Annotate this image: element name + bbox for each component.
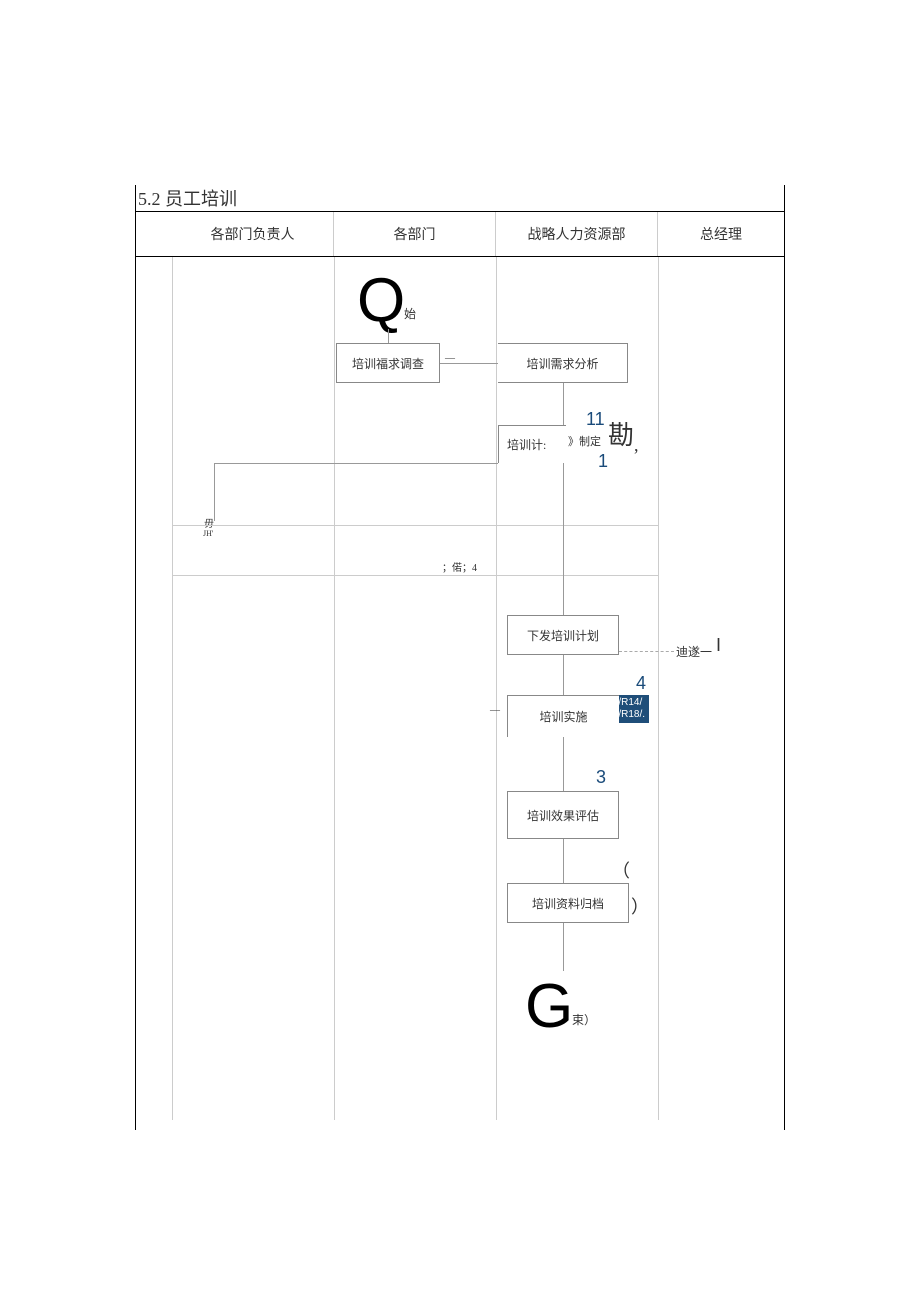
annotation-disui: 迪遂一 [676,643,712,660]
annotation-bei4: ；偌；4 [442,559,477,574]
connector [563,737,564,791]
section-title: 5.2 员工培训 [138,185,237,211]
annotation-3: 3 [596,767,606,788]
document-frame: 5.2 员工培训 各部门负责人 各部门 战略人力资源部 总经理 Q 始 培训福求… [135,185,785,1130]
lane-divider [658,257,659,1120]
col-gm: 总经理 [658,212,784,256]
start-terminator: Q [357,265,405,336]
annotation-comma: , [634,435,639,456]
connector-dash: — [490,705,500,716]
box-survey: 培训福求调查 [336,343,440,383]
end-label: 束） [572,1011,596,1028]
connector [563,923,564,971]
swimlane-header: 各部门负责人 各部门 战略人力资源部 总经理 [136,211,784,257]
connector [563,383,564,425]
lane-divider [496,257,497,1120]
col-hr: 战略人力资源部 [496,212,658,256]
swimlane-body: Q 始 培训福求调查 — 培训需求分析 培训计: 》制定 11 勘 , 1 毋 … [136,257,784,1120]
annotation-4: 4 [636,673,646,694]
horizontal-divider [172,525,658,526]
box-analysis: 培训需求分析 [498,343,628,383]
annotation-jh: JH' [203,529,213,538]
box-implement: 培训实施 [507,695,619,737]
annotation-kan: 勘 [608,415,634,452]
connector [214,463,498,464]
lane-divider [172,257,173,1120]
annotation-pipe: I [716,635,721,656]
connector [563,463,564,615]
connector [214,463,215,521]
connector [563,655,564,695]
connector [388,329,389,343]
connector-dash: — [445,353,455,364]
annotation-1: 1 [598,451,608,472]
col-depts: 各部门 [334,212,496,256]
connector [563,839,564,883]
box-plan: 培训计: [498,425,566,463]
box-archive: 培训资料归档 [507,883,629,923]
col-dept-leaders: 各部门负责人 [172,212,334,256]
horizontal-divider [172,575,658,576]
paren-close: ） [631,893,649,919]
box-evaluate: 培训效果评估 [507,791,619,839]
connector-dashed [619,651,674,652]
paren-open: （ [612,857,630,883]
box-distribute: 下发培训计划 [507,615,619,655]
end-terminator: G [525,971,573,1042]
annotation-mu: 毋 [204,515,214,530]
annotation-11: 11 [586,409,605,430]
start-label: 始 [404,305,416,322]
lane-divider [334,257,335,1120]
plan-note: 》制定 [568,433,601,449]
